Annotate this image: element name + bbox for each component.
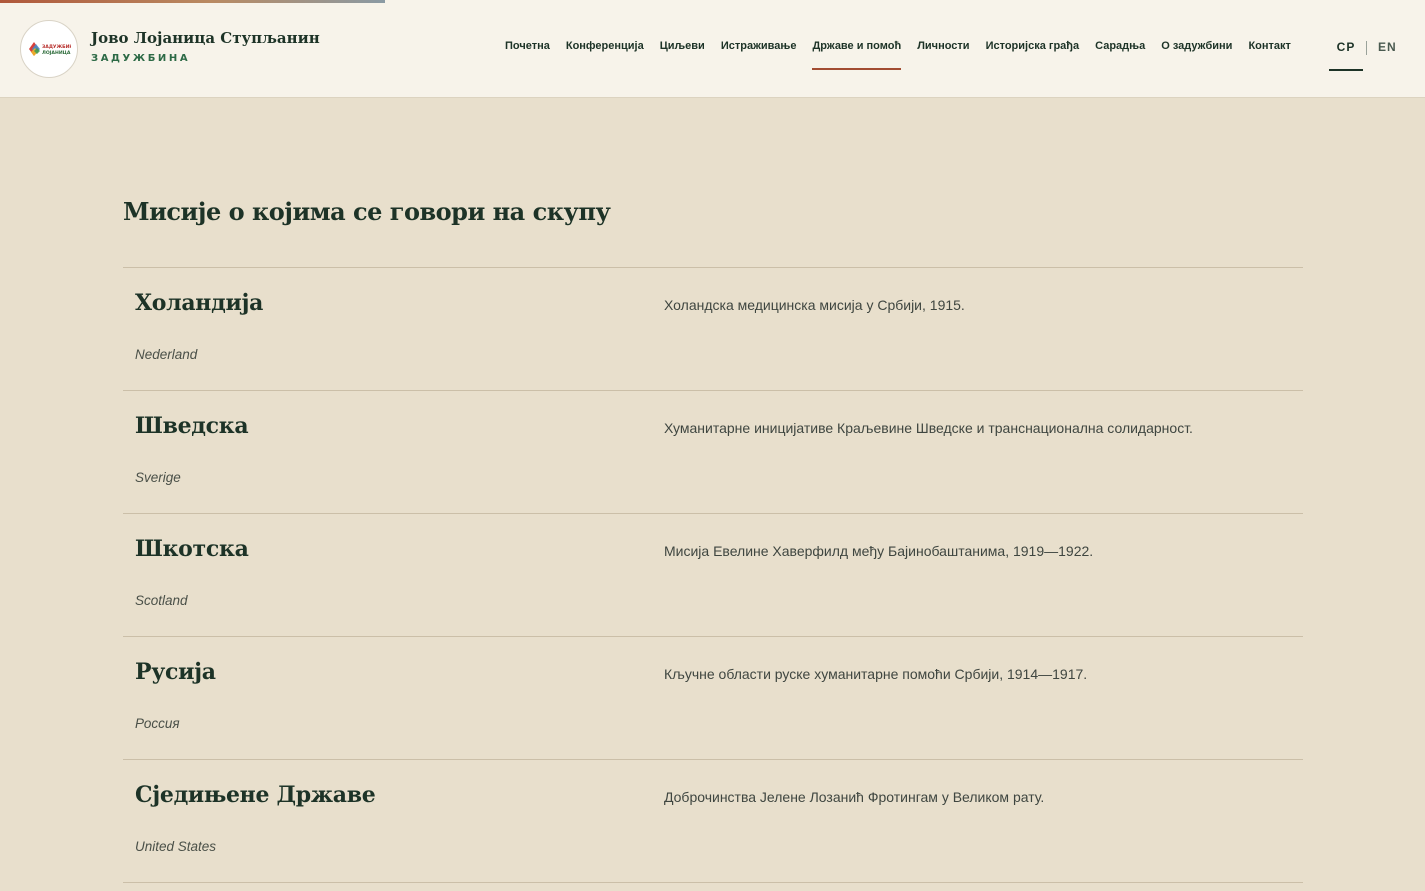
logo-icon: ЗАДУЖБИНА ЛОЈАНИЦА [29, 42, 71, 56]
nav-item-2[interactable]: Циљеви [660, 40, 705, 70]
svg-text:ЗАДУЖБИНА: ЗАДУЖБИНА [42, 44, 71, 50]
language-sr[interactable]: СР [1329, 40, 1363, 71]
section-title: Мисије о којима се говори на скупу [123, 197, 611, 226]
brand-subtitle: ЗАДУЖБИНА [91, 53, 191, 64]
mission-row[interactable]: Холандија Nederland Холандска медицинска м… [123, 268, 1303, 391]
mission-description: Кључне области руске хуманитарне помоћи … [664, 666, 1088, 682]
mission-native-name: Scotland [135, 593, 188, 608]
nav-item-7[interactable]: Сарадња [1095, 40, 1145, 70]
mission-row[interactable]: Русија Россия Кључне области руске хуманит… [123, 637, 1303, 760]
scroll-progress-bar [0, 0, 385, 3]
mission-name[interactable]: Холандија [135, 290, 263, 316]
mission-row[interactable]: Шкотска Scotland Мисија Евелине Хаверфилд … [123, 514, 1303, 637]
language-en[interactable]: EN [1378, 40, 1397, 71]
mission-native-name: Nederland [135, 347, 198, 362]
nav-item-5[interactable]: Личности [917, 40, 969, 70]
mission-native-name: Россия [135, 716, 180, 731]
mission-name[interactable]: Русија [135, 659, 216, 685]
mission-name[interactable]: Шведска [135, 413, 249, 439]
brand-title[interactable]: Јово Лојаница Ступљанин [91, 29, 320, 47]
mission-native-name: Sverige [135, 470, 181, 485]
mission-description: Хуманитарне иницијативе Краљевине Шведск… [664, 420, 1193, 436]
nav-item-8[interactable]: О задужбини [1161, 40, 1232, 70]
mission-native-name: United States [135, 839, 217, 854]
nav-item-3[interactable]: Истраживање [721, 40, 797, 70]
mission-row[interactable]: Шведска Sverige Хуманитарне иницијативе Кр… [123, 391, 1303, 514]
logo-badge[interactable]: ЗАДУЖБИНА ЛОЈАНИЦА [20, 20, 78, 78]
language-separator [1366, 41, 1367, 55]
mission-description: Доброчинства Јелене Лозанић Фротингам у … [664, 789, 1045, 805]
mission-name[interactable]: Шкотска [135, 536, 249, 562]
mission-description: Мисија Евелине Хаверфилд међу Бајинобашт… [664, 543, 1094, 559]
site-header: ЗАДУЖБИНА ЛОЈАНИЦА Јово Лојаница Ступљан… [0, 0, 1425, 98]
mission-description: Холандска медицинска мисија у Србији, 19… [664, 297, 965, 313]
mission-row[interactable]: Сједињене Државе United States Доброчинств… [123, 760, 1303, 883]
nav-item-4[interactable]: Државе и помоћ [812, 40, 901, 70]
missions-list: Холандија Nederland Холандска медицинска м… [123, 267, 1303, 883]
nav-item-6[interactable]: Историјска грађа [986, 40, 1080, 70]
svg-text:ЛОЈАНИЦА: ЛОЈАНИЦА [42, 50, 71, 56]
nav-item-0[interactable]: Почетна [505, 40, 550, 70]
nav-item-1[interactable]: Конференција [566, 40, 644, 70]
mission-name[interactable]: Сједињене Државе [135, 782, 376, 808]
main-navigation: Почетна Конференција Циљеви Истраживање Држа… [505, 40, 1291, 70]
nav-item-9[interactable]: Контакт [1248, 40, 1290, 70]
